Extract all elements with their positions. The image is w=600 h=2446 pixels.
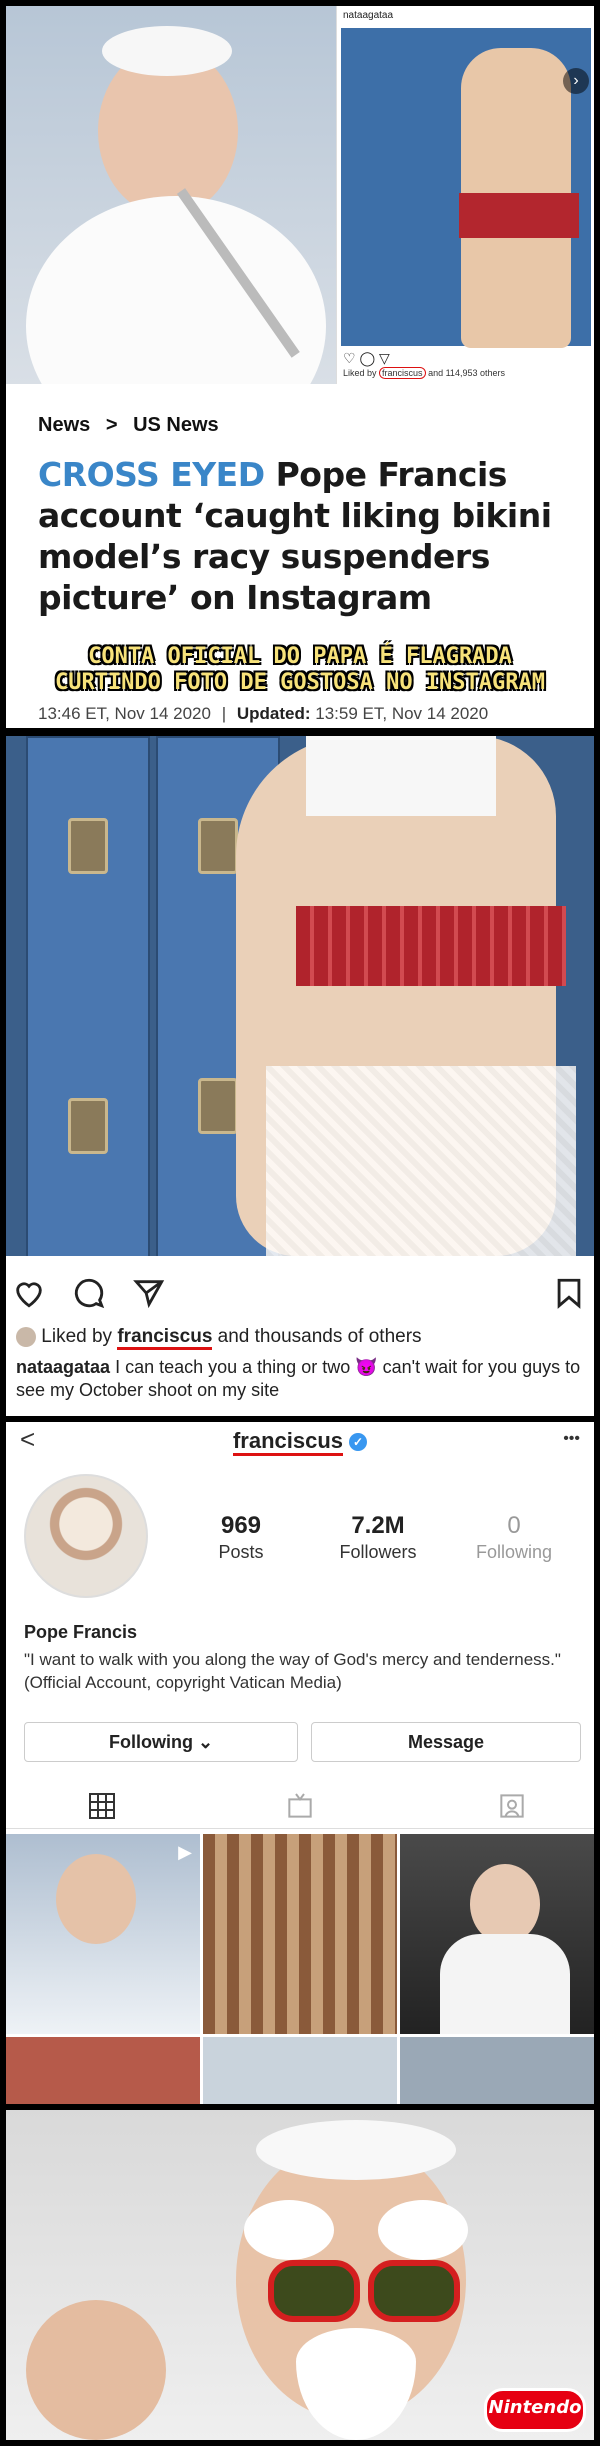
white-eyebrow-left bbox=[244, 2200, 334, 2260]
white-cassock bbox=[26, 196, 326, 384]
instagram-profile-panel: < franciscus ✓ ••• 969 Posts 7.2M Followers… bbox=[6, 1422, 594, 2104]
instagram-post-thumbnail: nataagataa › ♡ ◯ ▽ Liked by franciscus a… bbox=[336, 6, 594, 384]
next-arrow-icon[interactable]: › bbox=[563, 68, 589, 94]
breadcrumb-us-news[interactable]: US News bbox=[133, 414, 219, 436]
profile-avatar[interactable] bbox=[24, 1474, 148, 1598]
post-actions-bar bbox=[6, 1266, 594, 1316]
bookmark-icon[interactable] bbox=[552, 1276, 586, 1310]
following-button[interactable]: Following ⌄ bbox=[24, 1722, 298, 1762]
white-eyebrow-right bbox=[378, 2200, 468, 2260]
action-icons-small: ♡ ◯ ▽ bbox=[343, 350, 390, 366]
grid-post[interactable] bbox=[203, 1834, 397, 2034]
meme-caption-line-1: CONTA OFICIAL DO PAPA É FLAGRADA bbox=[88, 644, 512, 669]
pope-portrait-photo bbox=[6, 6, 336, 384]
breadcrumb-news[interactable]: News bbox=[38, 414, 90, 436]
nintendo-logo: Nintendo bbox=[484, 2388, 586, 2432]
plaid-skirt bbox=[459, 193, 579, 238]
meme-caption-line-2: CURTINDO FOTO DE GOSTOSA NO INSTAGRAM bbox=[54, 670, 546, 695]
liked-by-line: Liked by franciscus and thousands of oth… bbox=[16, 1326, 422, 1350]
sunglasses-right-lens bbox=[368, 2260, 460, 2322]
post-username: nataagataa bbox=[343, 10, 394, 21]
locker-vent bbox=[198, 818, 238, 874]
tagged-icon[interactable] bbox=[496, 1790, 528, 1822]
heart-icon[interactable] bbox=[12, 1276, 46, 1310]
raised-hand bbox=[26, 2300, 166, 2440]
news-screenshot-panel: nataagataa › ♡ ◯ ▽ Liked by franciscus a… bbox=[6, 6, 594, 728]
grid-post[interactable] bbox=[203, 2037, 397, 2104]
breadcrumb-separator: > bbox=[105, 414, 118, 436]
grid-post[interactable] bbox=[400, 1834, 594, 2034]
white-cassock bbox=[440, 1934, 570, 2034]
following-stat[interactable]: 0 Following bbox=[454, 1512, 574, 1563]
profile-display-name: Pope Francis bbox=[24, 1622, 138, 1642]
posts-stat[interactable]: 969 Posts bbox=[181, 1512, 301, 1563]
profile-username: franciscus ✓ bbox=[6, 1428, 594, 1456]
grid-post[interactable] bbox=[6, 2037, 200, 2104]
white-beard bbox=[296, 2328, 416, 2440]
liked-by-user[interactable]: franciscus bbox=[117, 1326, 213, 1350]
instagram-post-panel: Liked by franciscus and thousands of oth… bbox=[6, 736, 594, 1416]
locker-vent bbox=[198, 1078, 238, 1134]
locker-photo: › bbox=[341, 28, 591, 348]
pope-face bbox=[470, 1864, 540, 1944]
video-icon: ▶ bbox=[178, 1842, 192, 1862]
zucchetto bbox=[102, 26, 232, 76]
locker-vent bbox=[68, 818, 108, 874]
grid-post[interactable] bbox=[400, 2037, 594, 2104]
grid-icon[interactable] bbox=[86, 1790, 118, 1822]
sunglasses-left-lens bbox=[268, 2260, 360, 2322]
article-headline: CROSS EYED Pope Francis account ‘caught … bbox=[38, 454, 578, 618]
igtv-icon[interactable] bbox=[284, 1790, 316, 1822]
breadcrumb: News > US News bbox=[38, 414, 229, 437]
zucchetto bbox=[256, 2120, 456, 2180]
white-stockings bbox=[266, 1066, 576, 1256]
grid-post[interactable]: ▶ bbox=[6, 1834, 200, 2034]
message-button[interactable]: Message bbox=[311, 1722, 581, 1762]
locker-vent bbox=[68, 1098, 108, 1154]
more-options-icon[interactable]: ••• bbox=[563, 1430, 580, 1448]
plaid-skirt bbox=[296, 906, 566, 986]
followers-stat[interactable]: 7.2M Followers bbox=[318, 1512, 438, 1563]
white-top bbox=[306, 736, 496, 816]
post-caption: nataagataa I can teach you a thing or tw… bbox=[16, 1356, 586, 1402]
pope-face bbox=[56, 1854, 136, 1944]
verified-badge-icon: ✓ bbox=[349, 1433, 368, 1452]
meme-edit-panel: Nintendo bbox=[6, 2110, 594, 2440]
article-timestamp: 13:46 ET, Nov 14 2020 | Updated: 13:59 E… bbox=[38, 704, 489, 723]
post-photo bbox=[6, 736, 594, 1256]
headline-kicker: CROSS EYED bbox=[38, 455, 265, 494]
caption-username[interactable]: nataagataa bbox=[16, 1357, 110, 1377]
news-article-header: News > US News CROSS EYED Pope Francis a… bbox=[6, 386, 594, 728]
profile-bio: "I want to walk with you along the way o… bbox=[24, 1650, 561, 1692]
liker-avatar bbox=[16, 1326, 36, 1347]
comment-icon[interactable] bbox=[72, 1276, 106, 1310]
liked-by-small: Liked by franciscus and 114,953 others bbox=[343, 367, 505, 379]
profile-header-bar: < franciscus ✓ ••• bbox=[6, 1422, 594, 1464]
locker bbox=[26, 736, 150, 1256]
share-icon[interactable] bbox=[132, 1276, 166, 1310]
profile-tabs bbox=[6, 1780, 594, 1829]
